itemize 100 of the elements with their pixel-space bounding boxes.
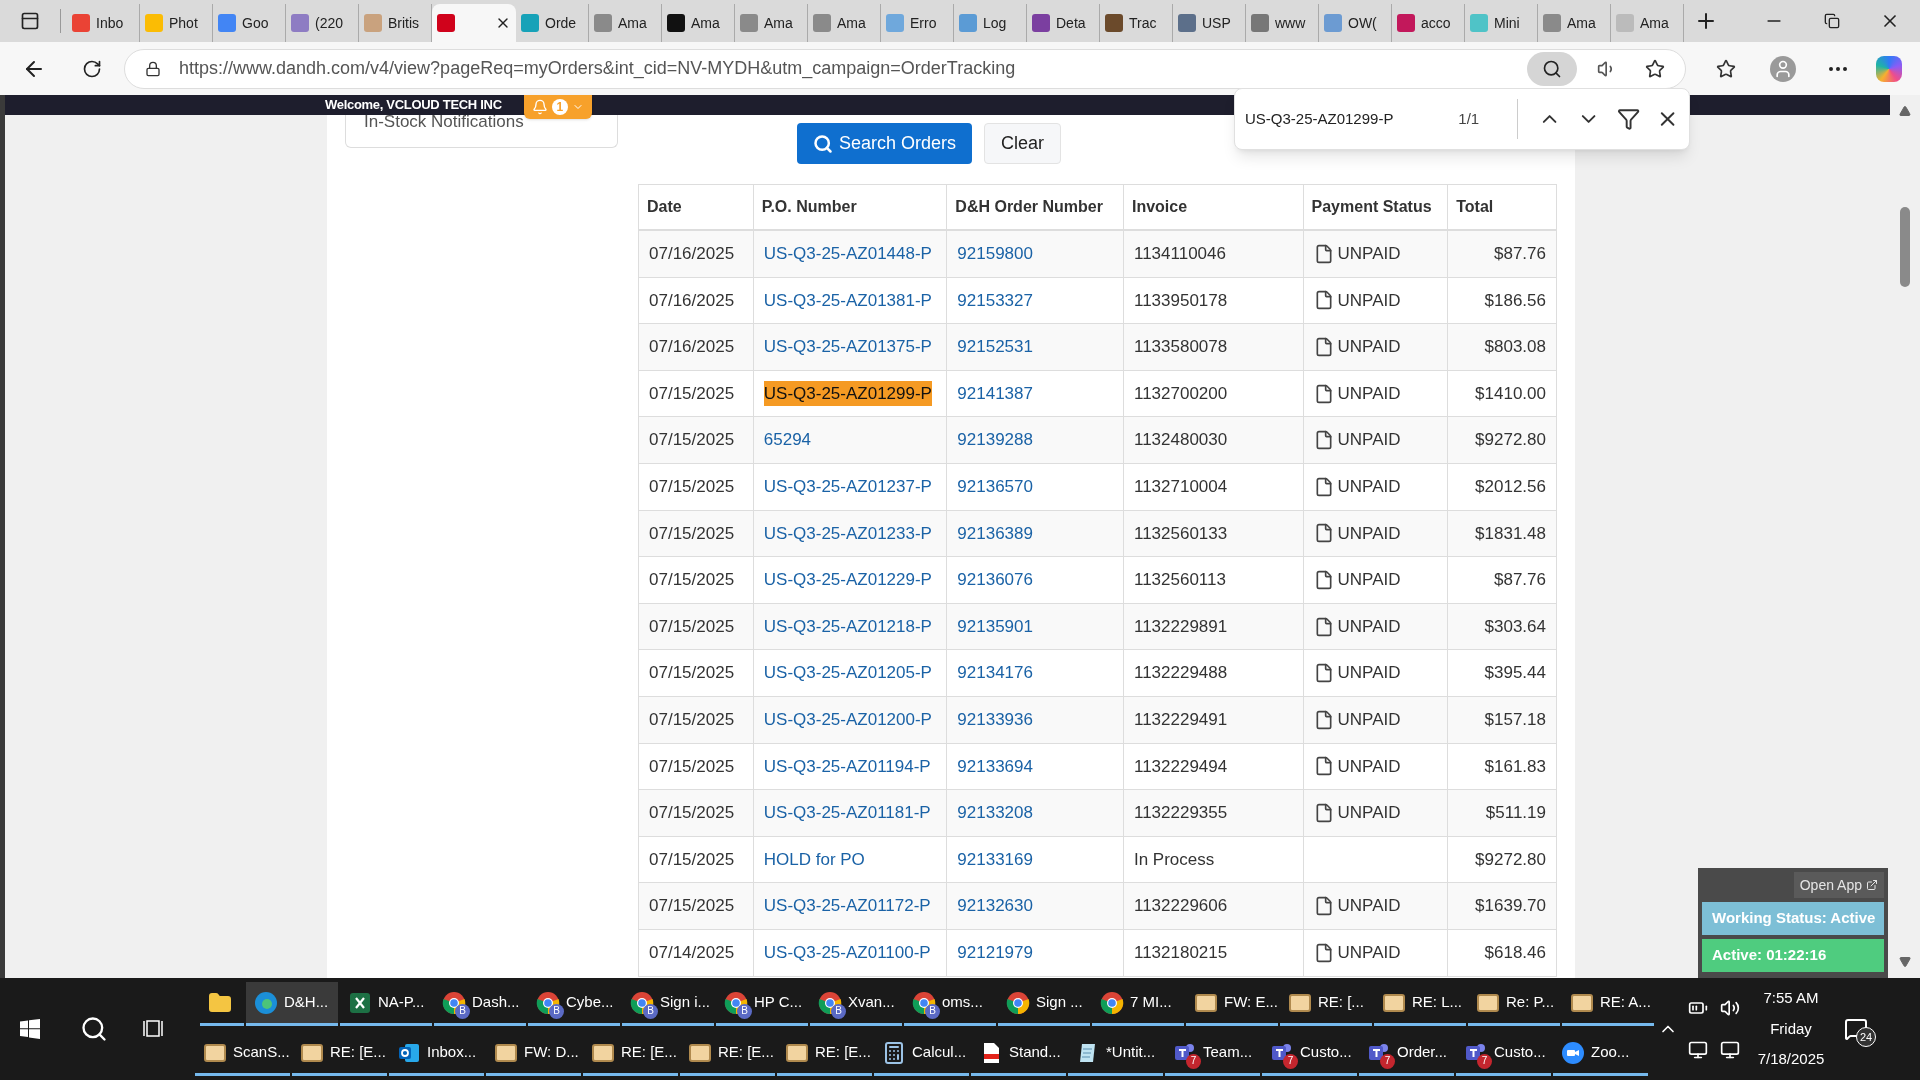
order-link[interactable]: 92121979 <box>957 939 1033 966</box>
po-link[interactable]: US-Q3-25-AZ01237-P <box>763 474 932 500</box>
taskbar-button[interactable]: 7 MI... <box>1092 982 1184 1026</box>
table-cell-text: $618.46 <box>1483 941 1547 964</box>
display-icon[interactable] <box>1720 1040 1740 1060</box>
po-link[interactable]: US-Q3-25-AZ01381-P <box>763 287 932 314</box>
taskbar-button[interactable]: Stand... <box>971 1032 1066 1076</box>
po-link[interactable]: US-Q3-25-AZ01218-P <box>763 613 932 640</box>
order-link[interactable]: 92136570 <box>957 474 1033 500</box>
scroll-thumb[interactable] <box>1900 207 1910 287</box>
po-link[interactable]: US-Q3-25-AZ01299-P <box>763 380 932 407</box>
taskbar-button[interactable]: B Xvan... <box>810 982 902 1026</box>
order-link[interactable]: 92133694 <box>957 753 1033 780</box>
table-cell-text: $186.56 <box>1483 289 1547 312</box>
taskbar-button[interactable]: ScanS... <box>195 1032 290 1076</box>
po-link[interactable]: US-Q3-25-AZ01181-P <box>763 800 931 826</box>
order-link[interactable]: 92152531 <box>957 334 1033 360</box>
taskbar-button[interactable]: B Dash... <box>434 982 526 1026</box>
table-cell: 07/15/2025 <box>639 463 754 510</box>
taskbar-button[interactable]: RE: L... <box>1374 982 1466 1026</box>
address-bar[interactable]: https://www.dandh.com/v4/view?pageReq=myOrders&int_cid=NV-MYDH&utm_campaign=OrderTracking <box>124 48 1686 89</box>
search-icon[interactable] <box>80 1015 108 1043</box>
start-icon[interactable] <box>20 1019 40 1039</box>
po-link[interactable]: US-Q3-25-AZ01205-P <box>763 660 932 686</box>
po-link[interactable]: US-Q3-25-AZ01448-P <box>763 241 932 267</box>
order-link[interactable]: 92135901 <box>957 613 1033 640</box>
taskbar-button[interactable]: RE: [E... <box>583 1032 678 1076</box>
taskbar-button[interactable]: 7 Order... <box>1359 1032 1454 1076</box>
order-link[interactable]: 92133936 <box>957 707 1033 733</box>
clock[interactable]: 7:55 AM Friday 7/18/2025 <box>1750 987 1832 1071</box>
po-link[interactable]: US-Q3-25-AZ01100-P <box>763 939 931 966</box>
search-orders-button[interactable]: Search Orders <box>797 123 973 164</box>
table-cell-text: $303.64 <box>1483 615 1547 638</box>
taskbar-button[interactable]: Re: P... <box>1468 982 1560 1026</box>
table-cell: 1132229488 <box>1123 650 1304 696</box>
taskbar-button[interactable]: 7 Team... <box>1165 1032 1260 1076</box>
po-link[interactable]: 65294 <box>763 427 812 453</box>
taskbar-button[interactable]: RE: A... <box>1562 982 1654 1026</box>
favorite-icon[interactable] <box>1645 58 1665 79</box>
find-icon[interactable] <box>1527 51 1577 86</box>
taskbar-button[interactable]: 7 Custo... <box>1262 1032 1357 1076</box>
network-icon[interactable] <box>1688 1040 1708 1060</box>
order-link[interactable]: 92136389 <box>957 520 1033 547</box>
taskbar-button[interactable]: B HP C... <box>716 982 808 1026</box>
volume-icon[interactable] <box>1720 998 1740 1018</box>
status-text: UNPAID <box>1337 382 1401 405</box>
profile-icon[interactable] <box>1770 55 1796 82</box>
scroll-up-icon[interactable] <box>1899 105 1911 117</box>
po-link[interactable]: US-Q3-25-AZ01194-P <box>763 753 931 780</box>
taskbar-button[interactable]: RE: [E... <box>680 1032 775 1076</box>
open-app-button[interactable]: Open App <box>1793 872 1884 898</box>
taskbar-button[interactable]: B Cybe... <box>528 982 620 1026</box>
po-link[interactable]: US-Q3-25-AZ01233-P <box>763 520 932 547</box>
order-link[interactable]: 92136076 <box>957 567 1033 593</box>
taskbar-button[interactable]: B oms... <box>904 982 996 1026</box>
scroll-down-icon[interactable] <box>1899 956 1911 968</box>
badge: 7 <box>1380 1053 1395 1069</box>
taskbar-button[interactable]: Calcul... <box>874 1032 969 1076</box>
order-link[interactable]: 92159800 <box>957 241 1033 267</box>
browser-tab[interactable] <box>432 4 516 42</box>
taskbar-button[interactable]: 7 Custo... <box>1456 1032 1551 1076</box>
taskbar-button[interactable]: B Sign i... <box>622 982 714 1026</box>
taskbar-button[interactable]: D&H... <box>246 982 338 1026</box>
order-link[interactable]: 92141387 <box>957 380 1033 407</box>
column-header: Total <box>1455 197 1495 217</box>
po-link[interactable]: HOLD for PO <box>763 846 865 873</box>
taskbar-button[interactable]: *Untit... <box>1068 1032 1163 1076</box>
browser-icon <box>254 990 278 1015</box>
po-link[interactable]: US-Q3-25-AZ01375-P <box>763 334 932 360</box>
order-link[interactable]: 92133208 <box>957 800 1033 826</box>
order-link[interactable]: 92139288 <box>957 427 1033 453</box>
refresh-icon[interactable] <box>82 58 102 79</box>
taskbar-button[interactable]: NA-P... <box>340 982 432 1026</box>
sidebar-item[interactable]: In-Stock Notifications <box>345 115 618 148</box>
taskbar-button[interactable]: FW: D... <box>486 1032 581 1076</box>
assistant-icon[interactable] <box>1876 55 1902 82</box>
taskbar-button[interactable]: RE: [... <box>1280 982 1372 1026</box>
taskbar-button[interactable]: FW: E... <box>1186 982 1278 1026</box>
restore-icon[interactable] <box>1824 13 1840 29</box>
table-cell-text: $9272.80 <box>1474 848 1547 871</box>
order-link[interactable]: 92132630 <box>957 893 1033 919</box>
taskbar-button[interactable]: RE: [E... <box>777 1032 872 1076</box>
order-link[interactable]: 92153327 <box>957 287 1033 314</box>
taskbar-button[interactable]: RE: [E... <box>292 1032 387 1076</box>
table-cell-text: $2012.56 <box>1474 476 1547 498</box>
po-link[interactable]: US-Q3-25-AZ01172-P <box>763 893 931 919</box>
table-cell: 1132229494 <box>1123 743 1304 790</box>
order-link[interactable]: 92133169 <box>957 846 1033 873</box>
tab-actions-icon[interactable] <box>20 11 40 31</box>
taskbar-button[interactable]: Inbox... <box>389 1032 484 1076</box>
table-cell: 1132229891 <box>1123 603 1304 650</box>
clear-button[interactable]: Clear <box>984 123 1062 164</box>
status-text: UNPAID <box>1337 709 1401 731</box>
favorites-icon[interactable] <box>1716 58 1736 79</box>
filter-icon[interactable] <box>1616 107 1640 131</box>
taskbar-button[interactable]: Zoo... <box>1553 1032 1648 1076</box>
po-link[interactable]: US-Q3-25-AZ01200-P <box>763 707 932 733</box>
taskbar-button[interactable]: Sign ... <box>998 982 1090 1026</box>
order-link[interactable]: 92134176 <box>957 660 1033 686</box>
po-link[interactable]: US-Q3-25-AZ01229-P <box>763 567 932 593</box>
